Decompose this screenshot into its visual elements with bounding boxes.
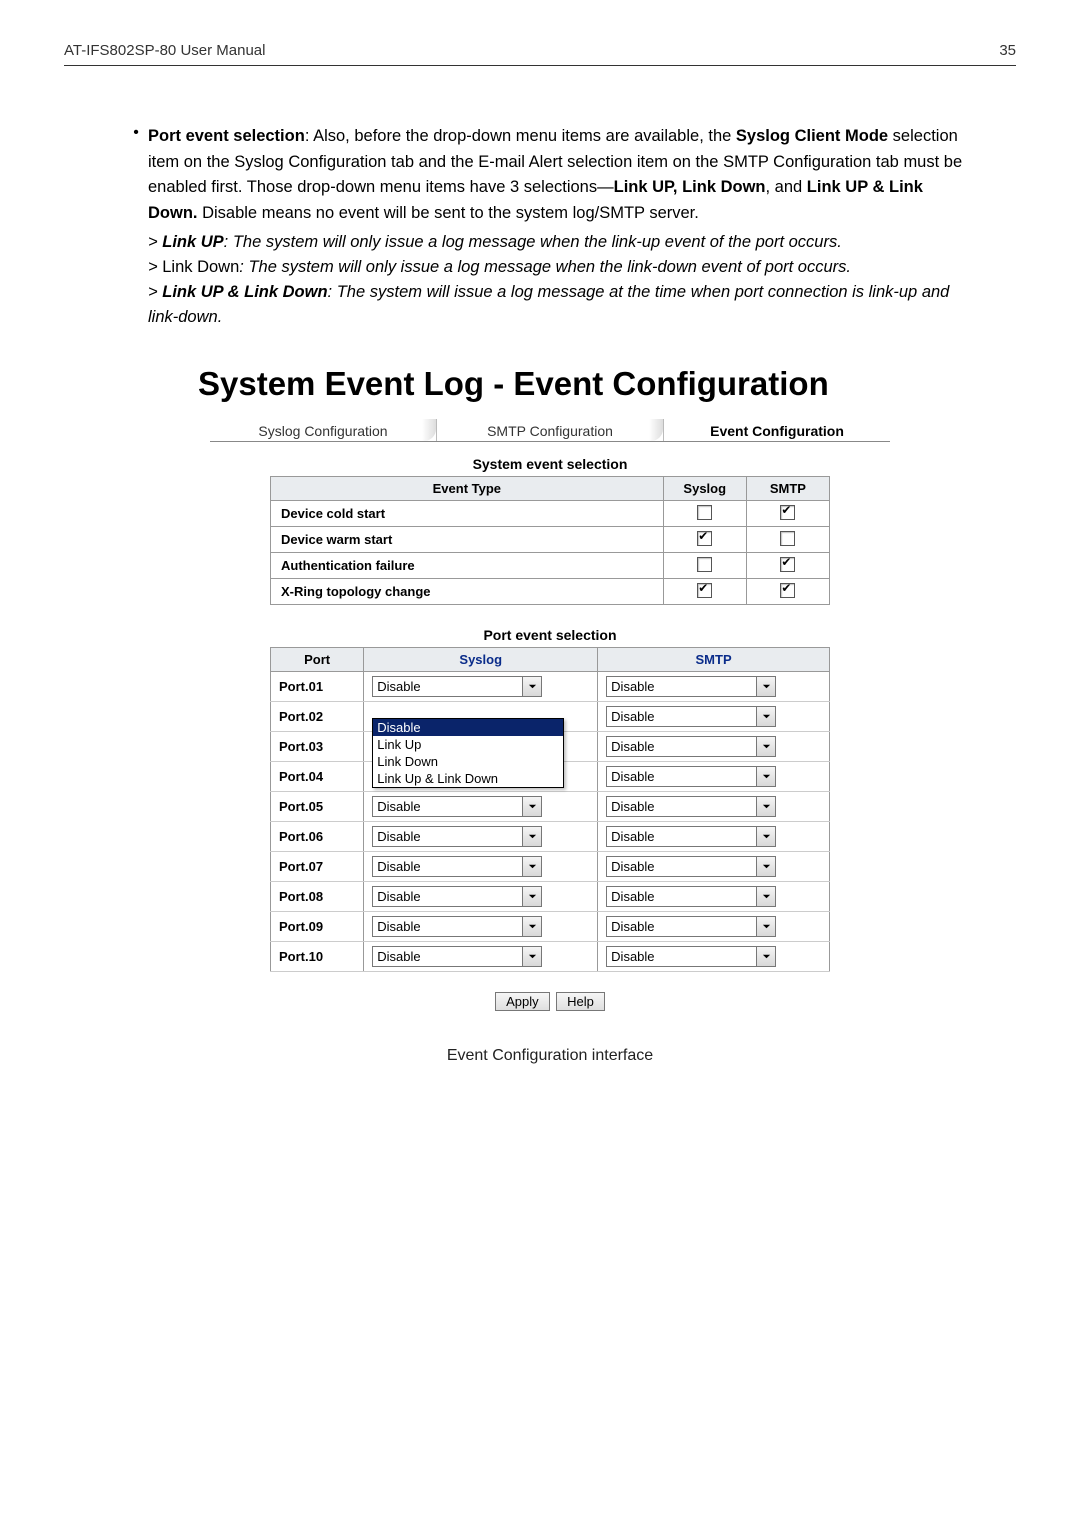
smtp-select[interactable]: Disable bbox=[606, 736, 776, 757]
port-name: Port.06 bbox=[271, 822, 364, 852]
port-name: Port.05 bbox=[271, 792, 364, 822]
port-title: Port event selection bbox=[124, 627, 976, 643]
th-port-smtp: SMTP bbox=[598, 648, 830, 672]
smtp-select[interactable]: Disable bbox=[606, 796, 776, 817]
smtp-select[interactable]: Disable bbox=[606, 916, 776, 937]
event-name: X-Ring topology change bbox=[271, 579, 664, 605]
sys-title: System event selection bbox=[124, 456, 976, 472]
sub-linkupdown: > Link UP & Link Down: The system will i… bbox=[148, 280, 976, 330]
sub-linkup: > Link UP: The system will only issue a … bbox=[148, 230, 976, 255]
th-port-syslog: Syslog bbox=[364, 648, 598, 672]
event-name: Device cold start bbox=[271, 501, 664, 527]
smtp-checkbox[interactable] bbox=[780, 505, 795, 520]
chevron-down-icon bbox=[756, 797, 775, 816]
chevron-down-icon bbox=[522, 827, 541, 846]
smtp-select[interactable]: Disable bbox=[606, 946, 776, 967]
th-syslog: Syslog bbox=[663, 477, 746, 501]
syslog-select[interactable]: Disable bbox=[372, 826, 542, 847]
chevron-down-icon bbox=[522, 887, 541, 906]
port-event-table: Port Syslog SMTP Port.01 Disable Disable Po… bbox=[270, 647, 830, 972]
event-name: Authentication failure bbox=[271, 553, 664, 579]
chevron-down-icon bbox=[756, 887, 775, 906]
doc-header-left: AT-IFS802SP-80 User Manual bbox=[64, 42, 265, 59]
smtp-select[interactable]: Disable bbox=[606, 886, 776, 907]
bullet-icon: • bbox=[124, 124, 148, 226]
port-name: Port.10 bbox=[271, 942, 364, 972]
port-name: Port.07 bbox=[271, 852, 364, 882]
figure-caption: Event Configuration interface bbox=[124, 1047, 976, 1065]
th-port: Port bbox=[271, 648, 364, 672]
para-main: Port event selection: Also, before the d… bbox=[148, 124, 976, 226]
port-name: Port.09 bbox=[271, 912, 364, 942]
doc-header-right: 35 bbox=[999, 42, 1016, 59]
help-button[interactable]: Help bbox=[556, 992, 605, 1011]
syslog-checkbox[interactable] bbox=[697, 531, 712, 546]
config-tabs: Syslog Configuration SMTP Configuration … bbox=[210, 419, 890, 442]
apply-button[interactable]: Apply bbox=[495, 992, 550, 1011]
chevron-down-icon bbox=[756, 947, 775, 966]
chevron-down-icon bbox=[756, 917, 775, 936]
smtp-checkbox[interactable] bbox=[780, 583, 795, 598]
tab-event[interactable]: Event Configuration bbox=[664, 419, 890, 441]
syslog-select[interactable]: Disable bbox=[372, 916, 542, 937]
chevron-down-icon bbox=[756, 827, 775, 846]
chevron-down-icon bbox=[756, 707, 775, 726]
syslog-select[interactable]: Disable bbox=[372, 676, 542, 697]
chevron-down-icon bbox=[522, 677, 541, 696]
sub-linkdown: > Link Down: The system will only issue … bbox=[148, 255, 976, 280]
smtp-checkbox[interactable] bbox=[780, 531, 795, 546]
smtp-select[interactable]: Disable bbox=[606, 826, 776, 847]
syslog-select[interactable]: Disable bbox=[372, 886, 542, 907]
smtp-select[interactable]: Disable bbox=[606, 766, 776, 787]
port-name: Port.08 bbox=[271, 882, 364, 912]
port-name: Port.02 bbox=[271, 702, 364, 732]
port-name: Port.04 bbox=[271, 762, 364, 792]
syslog-checkbox[interactable] bbox=[697, 505, 712, 520]
page-title: System Event Log - Event Configuration bbox=[198, 365, 976, 403]
port-name: Port.01 bbox=[271, 672, 364, 702]
smtp-select[interactable]: Disable bbox=[606, 676, 776, 697]
syslog-checkbox[interactable] bbox=[697, 583, 712, 598]
tab-smtp[interactable]: SMTP Configuration bbox=[437, 419, 664, 441]
sys-event-table: Event Type Syslog SMTP Device cold start… bbox=[270, 476, 830, 605]
syslog-checkbox[interactable] bbox=[697, 557, 712, 572]
chevron-down-icon bbox=[756, 767, 775, 786]
dropdown-option[interactable]: Link Up bbox=[373, 736, 563, 753]
dropdown-option[interactable]: Link Up & Link Down bbox=[373, 770, 563, 787]
chevron-down-icon bbox=[756, 737, 775, 756]
chevron-down-icon bbox=[522, 917, 541, 936]
syslog-select[interactable]: Disable bbox=[372, 856, 542, 877]
chevron-down-icon bbox=[756, 857, 775, 876]
th-event-type: Event Type bbox=[271, 477, 664, 501]
chevron-down-icon bbox=[522, 857, 541, 876]
port-name: Port.03 bbox=[271, 732, 364, 762]
syslog-select[interactable]: Disable bbox=[372, 796, 542, 817]
smtp-checkbox[interactable] bbox=[780, 557, 795, 572]
chevron-down-icon bbox=[522, 797, 541, 816]
chevron-down-icon bbox=[756, 677, 775, 696]
tab-syslog[interactable]: Syslog Configuration bbox=[210, 419, 437, 441]
syslog-select[interactable]: Disable bbox=[372, 946, 542, 967]
smtp-select[interactable]: Disable bbox=[606, 706, 776, 727]
event-name: Device warm start bbox=[271, 527, 664, 553]
th-smtp: SMTP bbox=[746, 477, 829, 501]
dropdown-option[interactable]: Link Down bbox=[373, 753, 563, 770]
dropdown-option[interactable]: Disable bbox=[373, 719, 563, 736]
chevron-down-icon bbox=[522, 947, 541, 966]
smtp-select[interactable]: Disable bbox=[606, 856, 776, 877]
